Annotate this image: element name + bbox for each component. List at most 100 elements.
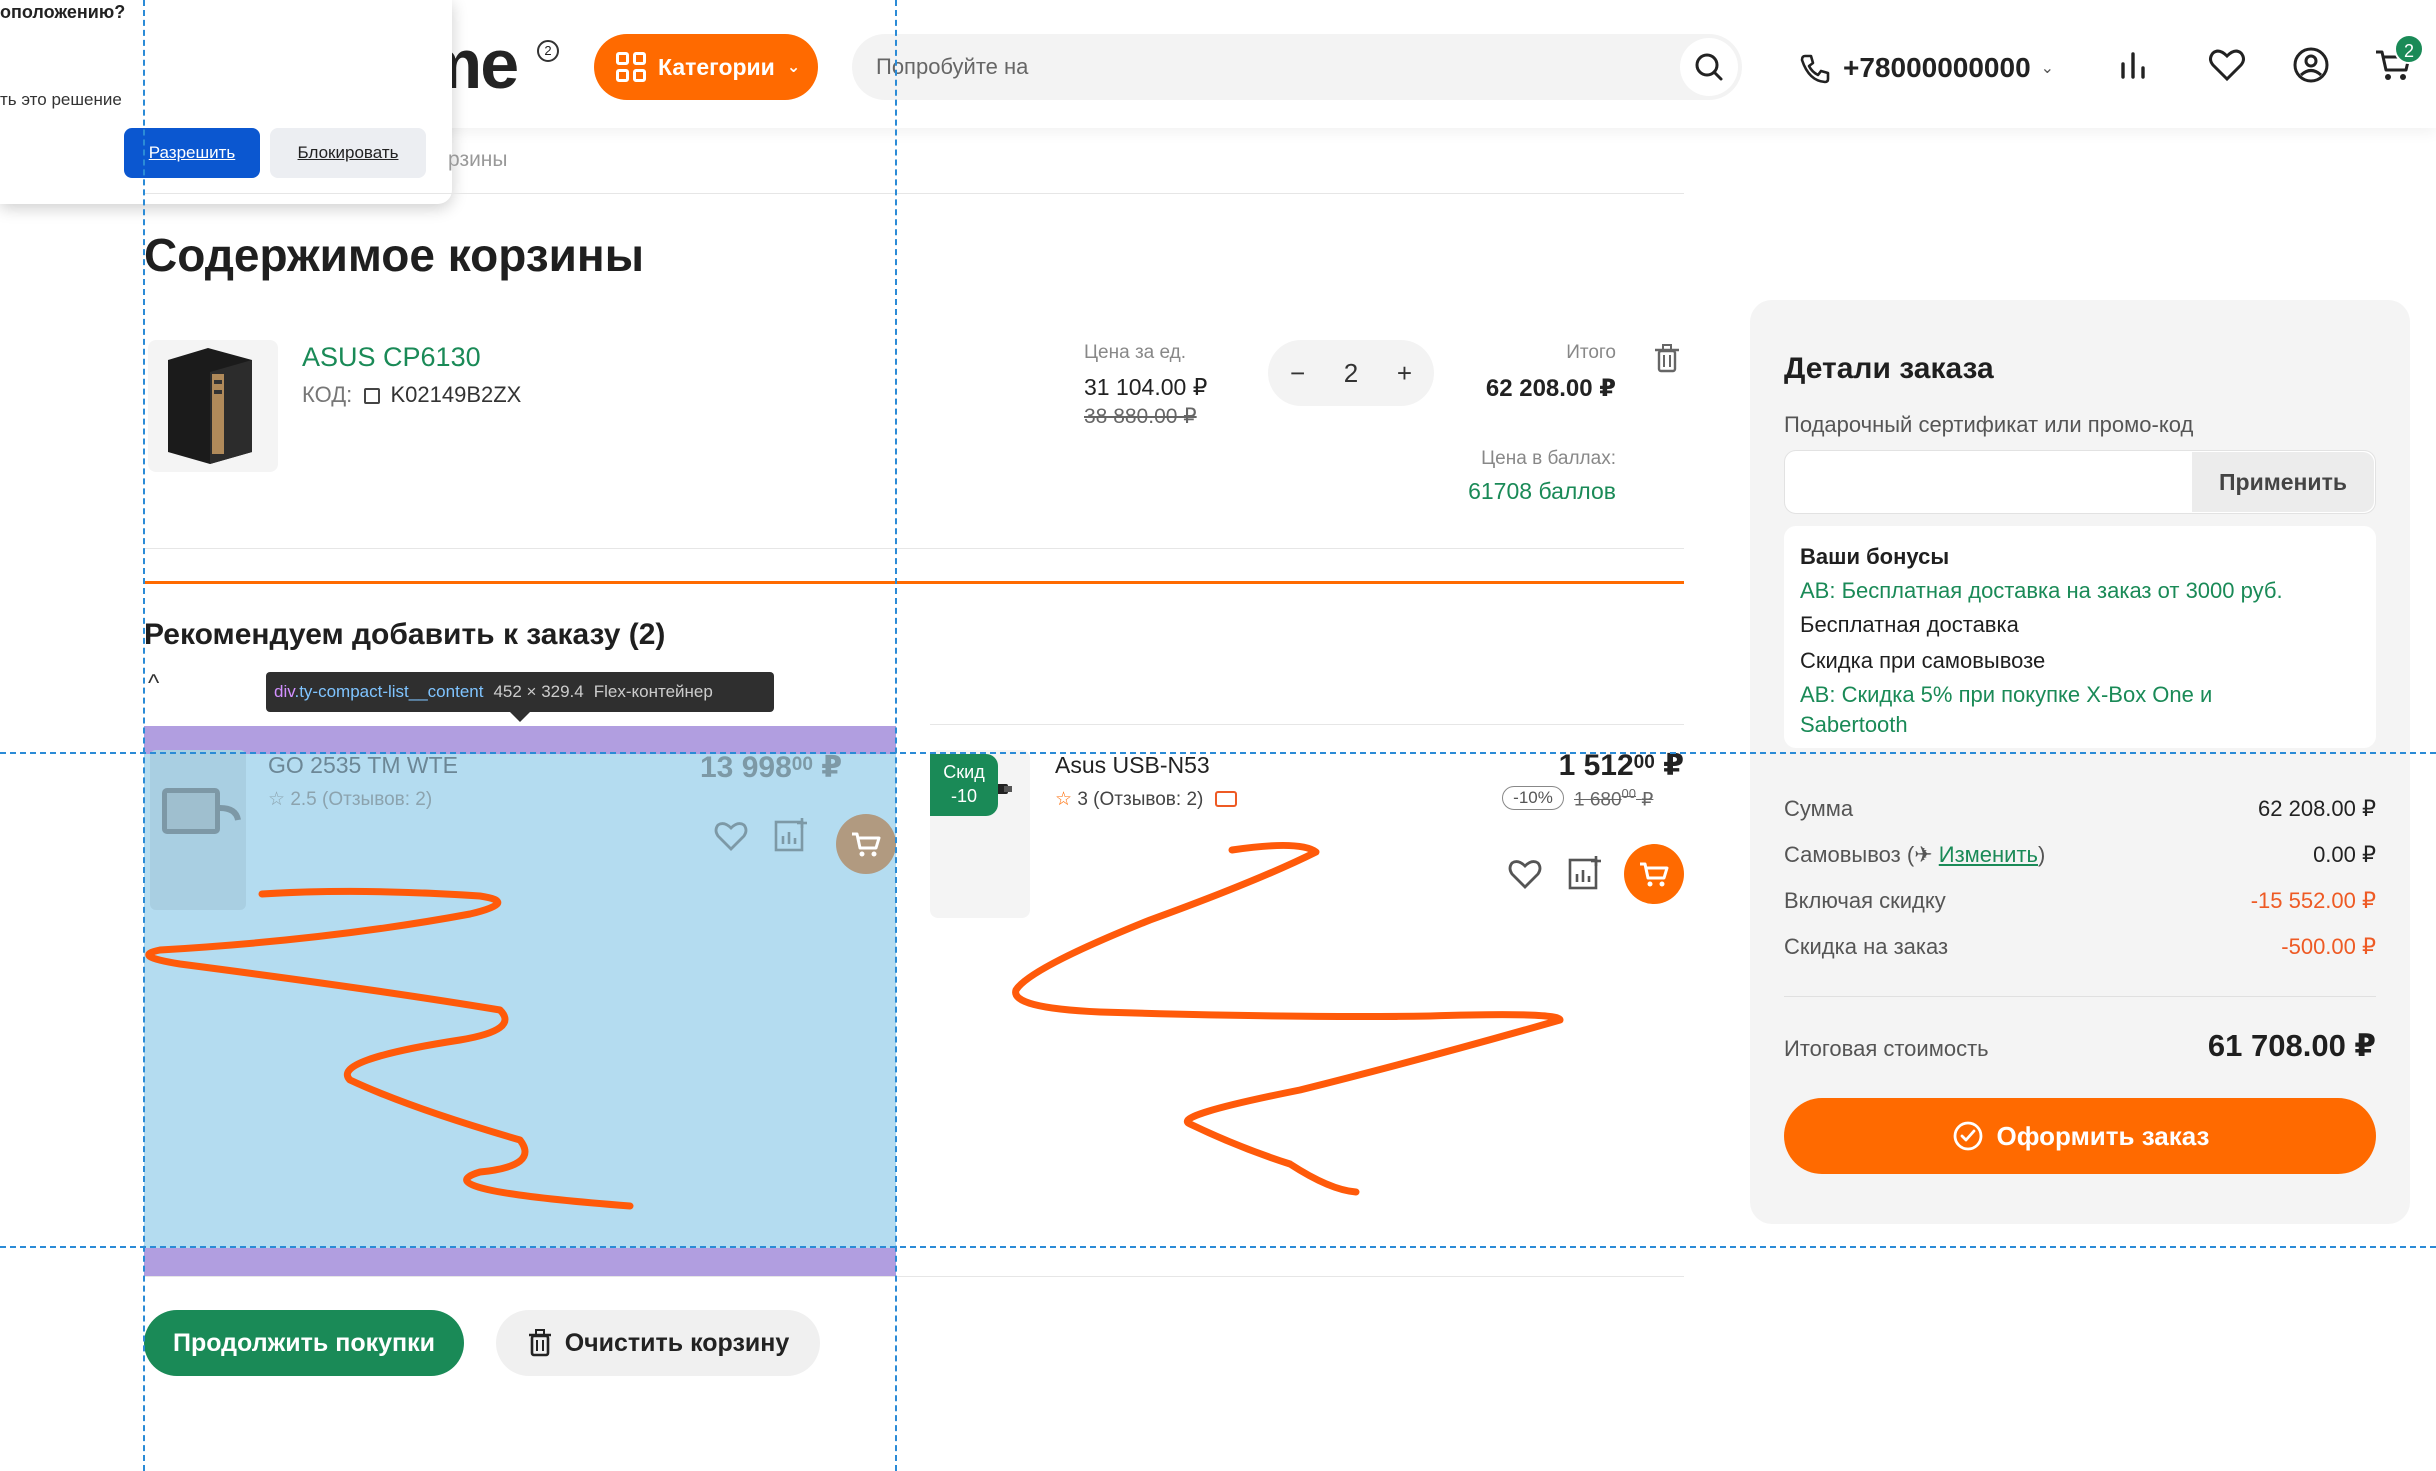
breadcrumb[interactable]: рзины: [448, 148, 508, 172]
devtools-guide-line: [895, 0, 897, 1471]
discount-percent: -10%: [1502, 786, 1564, 810]
cart-icon: [852, 832, 881, 857]
bonus-item: Скидка при самовывозе: [1800, 648, 2046, 673]
popup-subtitle: ть это решение: [0, 90, 122, 109]
check-circle-icon: [1953, 1121, 1982, 1151]
logo-registered-badge: 2: [537, 40, 559, 62]
order-details-title: Детали заказа: [1784, 352, 1994, 385]
page-title: Содержимое корзины: [144, 229, 644, 281]
currency-sign: ₽: [821, 751, 843, 784]
apply-promo-button[interactable]: Применить: [2192, 452, 2374, 512]
sum-label: Сумма: [1784, 796, 1854, 821]
discount-row: Включая скидку -15 552.00 ₽: [1784, 888, 2376, 914]
search-button[interactable]: [1680, 38, 1738, 96]
sum-value: 62 208.00 ₽: [2258, 796, 2376, 821]
total-label: Итого: [1566, 342, 1616, 363]
tooltip-arrow: [510, 712, 530, 722]
product-rating: ☆ 2.5 (Отзывов: 2): [268, 788, 432, 811]
old-price-main: 1 680: [1574, 789, 1622, 811]
divider: [930, 724, 1684, 725]
add-to-cart-button[interactable]: [1624, 844, 1684, 904]
pickup-row: Самовывоз (✈ Изменить) 0.00 ₽: [1784, 842, 2376, 868]
product-image[interactable]: [150, 750, 246, 910]
clear-cart-label: Очистить корзину: [564, 1328, 790, 1357]
product-code: КОД: K02149B2ZX: [302, 382, 521, 408]
heart-icon[interactable]: [1506, 856, 1544, 892]
divider: [144, 1276, 1684, 1277]
unit-old-price: 38 880.00 ₽: [1084, 405, 1197, 428]
rating-text: 2.5 (Отзывов: 2): [290, 789, 433, 810]
bonuses-title: Ваши бонусы: [1800, 544, 1950, 569]
product-price: 13 99800 ₽: [700, 750, 842, 785]
add-to-cart-button[interactable]: [836, 814, 896, 874]
block-button[interactable]: Блокировать: [270, 128, 426, 178]
order-discount-row: Скидка на заказ -500.00 ₽: [1784, 934, 2376, 960]
trash-icon: [528, 1329, 551, 1357]
devtools-guide-line: [143, 0, 145, 1471]
heart-icon[interactable]: [2206, 44, 2248, 86]
phone-dropdown[interactable]: +78000000000 ⌄: [1797, 50, 2054, 86]
item-total: 62 208.00 ₽: [1485, 375, 1616, 402]
trash-icon[interactable]: [1652, 342, 1682, 374]
product-name-link[interactable]: Asus USB-N53: [1055, 752, 1210, 779]
change-pickup-link[interactable]: Изменить: [1939, 842, 2038, 867]
qty-value[interactable]: 2: [1344, 358, 1358, 389]
badge-text: Скид: [943, 762, 985, 782]
star-icon: ☆: [268, 789, 286, 810]
old-price-currency: ₽: [1641, 789, 1654, 811]
points-value: 61708 баллов: [1468, 478, 1616, 504]
bonus-link[interactable]: АВ: Бесплатная доставка на заказ от 3000…: [1800, 576, 2360, 606]
user-icon[interactable]: [2290, 44, 2332, 86]
divider: [1784, 996, 2376, 997]
product-code-label: КОД:: [302, 382, 353, 407]
gps-navigator-icon: [162, 788, 241, 834]
cart-count-badge: 2: [2394, 34, 2424, 64]
categories-button[interactable]: Категории ⌄: [594, 34, 818, 100]
divider: [144, 548, 1684, 549]
bonus-link[interactable]: АВ: Скидка 5% при покупке X-Box One и Sa…: [1800, 680, 2280, 740]
divider: [144, 193, 1684, 194]
desktop-pc-icon: [168, 348, 252, 464]
compare-add-icon[interactable]: [1566, 854, 1604, 892]
continue-shopping-button[interactable]: Продолжить покупки: [144, 1310, 464, 1376]
devtools-guide-line: [0, 752, 2436, 754]
qty-minus-button[interactable]: −: [1290, 358, 1305, 389]
grid-icon: [616, 52, 646, 82]
chevron-down-icon: ⌄: [786, 59, 801, 76]
search-icon: [1695, 53, 1723, 81]
quantity-stepper[interactable]: − 2 +: [1268, 340, 1434, 406]
devtools-highlight-margin-bottom: [144, 1248, 896, 1276]
qty-plus-button[interactable]: +: [1397, 358, 1412, 389]
product-name-link[interactable]: ASUS CP6130: [302, 342, 481, 373]
compare-icon[interactable]: [2112, 44, 2154, 86]
discount-label: Включая скидку: [1784, 888, 1946, 913]
clear-cart-button[interactable]: Очистить корзину: [496, 1310, 820, 1376]
collapse-toggle[interactable]: ^: [148, 670, 159, 698]
popup-title: оположению?: [0, 2, 126, 22]
order-discount-label: Скидка на заказ: [1784, 934, 1949, 959]
tooltip-tag: div: [274, 682, 295, 701]
sum-row: Сумма 62 208.00 ₽: [1784, 796, 2376, 822]
promo-label: Подарочный сертификат или промо-код: [1784, 412, 2194, 437]
phone-icon: [1800, 54, 1830, 84]
compare-add-icon[interactable]: [772, 816, 810, 854]
product-name-link[interactable]: GO 2535 TM WTE: [268, 752, 458, 779]
rating-text: 3 (Отзывов: 2): [1077, 789, 1204, 810]
categories-label: Категории: [658, 53, 775, 80]
phone-number: +78000000000: [1843, 52, 2031, 83]
checkout-button[interactable]: Оформить заказ: [1784, 1098, 2376, 1174]
product-code-value: K02149B2ZX: [390, 382, 522, 407]
badge-value: -10: [950, 786, 977, 806]
heart-icon[interactable]: [712, 818, 750, 854]
devtools-tooltip: div.ty-compact-list__content 452 × 329.4…: [266, 672, 774, 712]
pickup-close: ): [2038, 842, 2046, 867]
old-price: 1 68000 ₽: [1574, 786, 1653, 811]
chevron-down-icon: ⌄: [2040, 60, 2055, 77]
copy-icon[interactable]: [364, 388, 381, 404]
unit-price: 31 104.00 ₽: [1084, 374, 1208, 400]
search-placeholder: Попробуйте на: [876, 54, 1029, 79]
grand-total-value: 61 708.00 ₽: [2207, 1028, 2376, 1063]
grand-total-label: Итоговая стоимость: [1784, 1036, 1989, 1061]
product-image[interactable]: [148, 340, 278, 472]
star-icon: ☆: [1055, 789, 1073, 810]
